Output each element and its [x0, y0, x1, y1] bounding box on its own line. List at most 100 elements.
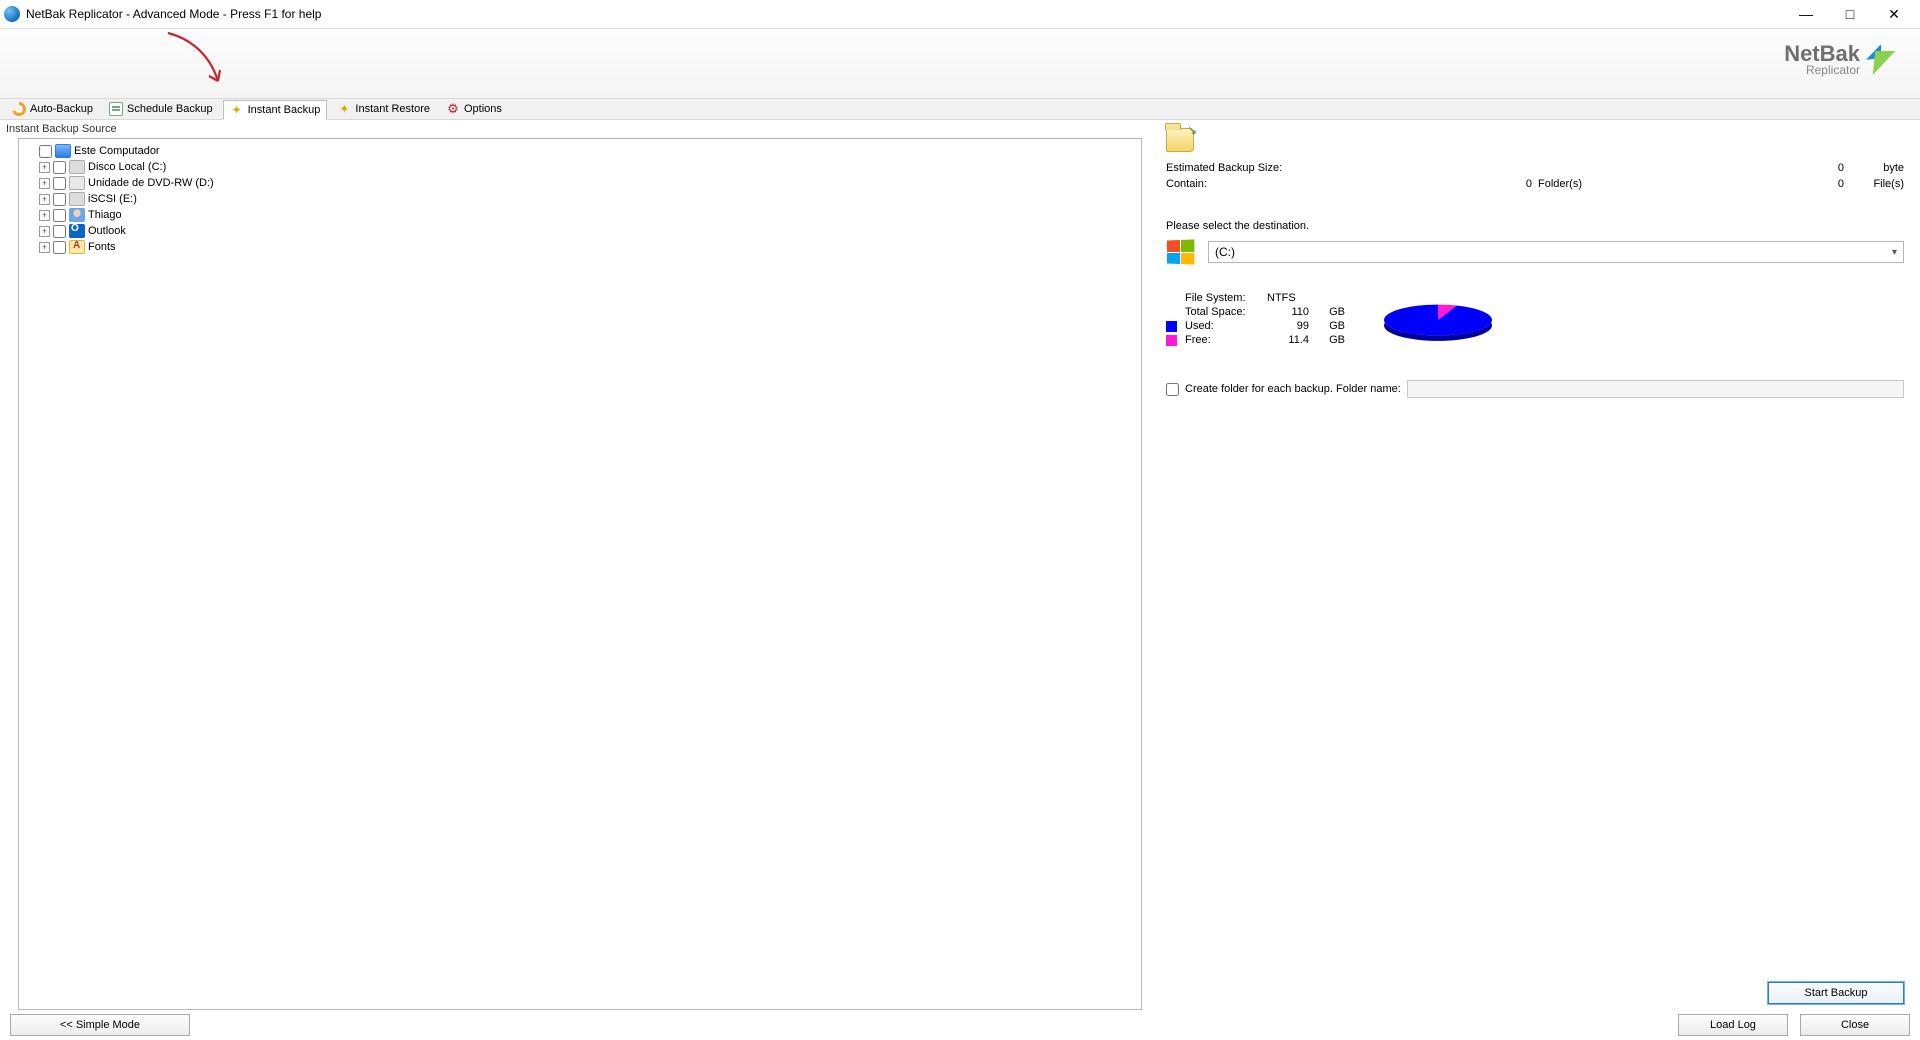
tree-item-iscsi[interactable]: + iSCSI (E:)	[39, 191, 1137, 207]
drive-icon	[69, 192, 85, 206]
free-value: 11.4	[1267, 334, 1309, 346]
used-label: Used:	[1185, 320, 1267, 332]
tree-checkbox[interactable]	[53, 193, 66, 206]
source-panel: Instant Backup Source Este Computador + …	[0, 120, 1142, 1010]
tree-checkbox[interactable]	[53, 241, 66, 254]
destination-prompt: Please select the destination.	[1166, 220, 1904, 232]
free-unit: GB	[1317, 334, 1345, 346]
tab-label: Instant Restore	[355, 103, 430, 115]
tree-checkbox[interactable]	[53, 177, 66, 190]
button-label: Load Log	[1710, 1019, 1756, 1031]
expander-icon[interactable]: +	[39, 242, 50, 253]
tab-label: Instant Backup	[248, 104, 321, 116]
folder-icon	[1166, 128, 1194, 152]
tab-instant-backup[interactable]: ✦ Instant Backup	[223, 100, 328, 120]
tab-label: Options	[464, 103, 502, 115]
simple-mode-button[interactable]: << Simple Mode	[10, 1014, 190, 1036]
close-window-button[interactable]: ✕	[1872, 0, 1916, 28]
expander-icon[interactable]: +	[39, 194, 50, 205]
estimated-size-value: 0	[1818, 162, 1844, 174]
refresh-icon	[12, 102, 26, 116]
button-label: Start Backup	[1805, 987, 1868, 999]
tab-schedule-backup[interactable]: Schedule Backup	[103, 99, 219, 119]
files-value: 0	[1818, 178, 1844, 190]
used-swatch-icon	[1166, 321, 1177, 332]
filesystem-label: File System:	[1185, 292, 1267, 304]
flash-icon: ✦	[230, 103, 244, 117]
brand-logo: NetBak Replicator	[1768, 41, 1896, 77]
maximize-button[interactable]: □	[1828, 0, 1872, 28]
tree-label: Unidade de DVD-RW (D:)	[88, 177, 214, 189]
tree-checkbox[interactable]	[53, 225, 66, 238]
filesystem-value: NTFS	[1267, 292, 1327, 304]
pie-chart-icon	[1384, 305, 1492, 336]
tab-options[interactable]: ⚙ Options	[440, 99, 508, 119]
used-value: 99	[1267, 320, 1309, 332]
computer-icon	[55, 144, 71, 158]
tree-checkbox[interactable]	[53, 161, 66, 174]
expander-icon[interactable]: +	[39, 226, 50, 237]
destination-selected-value: (C:)	[1215, 245, 1235, 259]
minimize-button[interactable]: —	[1784, 0, 1828, 28]
footer: << Simple Mode Load Log Close	[0, 1010, 1920, 1040]
tab-auto-backup[interactable]: Auto-Backup	[6, 99, 99, 119]
files-unit: File(s)	[1856, 178, 1904, 190]
free-swatch-icon	[1166, 335, 1177, 346]
expander-icon[interactable]: +	[39, 210, 50, 221]
total-space-label: Total Space:	[1185, 306, 1267, 318]
tree-root[interactable]: Este Computador	[25, 143, 1137, 159]
tree-item-disk-c[interactable]: + Disco Local (C:)	[39, 159, 1137, 175]
expander-icon[interactable]: +	[39, 162, 50, 173]
tree-label: Thiago	[88, 209, 122, 221]
chevron-down-icon: ▾	[1892, 247, 1897, 258]
tree-label: Disco Local (C:)	[88, 161, 166, 173]
button-label: Close	[1841, 1019, 1869, 1031]
summary-panel: Estimated Backup Size: 0 byte Contain: 0…	[1142, 120, 1920, 1010]
start-backup-button[interactable]: Start Backup	[1768, 982, 1904, 1004]
estimated-size-label: Estimated Backup Size:	[1166, 162, 1286, 174]
tab-instant-restore[interactable]: ✦ Instant Restore	[331, 99, 436, 119]
used-unit: GB	[1317, 320, 1345, 332]
destination-select[interactable]: (C:) ▾	[1208, 241, 1904, 263]
brand-shape-icon	[1866, 41, 1896, 77]
tree-item-outlook[interactable]: + Outlook	[39, 223, 1137, 239]
restore-icon: ✦	[337, 102, 351, 116]
tree-item-fonts[interactable]: + Fonts	[39, 239, 1137, 255]
close-button[interactable]: Close	[1800, 1014, 1910, 1036]
tree-label: iSCSI (E:)	[88, 193, 137, 205]
outlook-icon	[69, 224, 85, 238]
tree-label: Outlook	[88, 225, 126, 237]
total-space-unit: GB	[1317, 306, 1345, 318]
tree-checkbox[interactable]	[53, 209, 66, 222]
app-icon	[4, 6, 20, 22]
source-tree[interactable]: Este Computador + Disco Local (C:) + Uni…	[18, 138, 1142, 1010]
disk-usage-pie	[1373, 292, 1503, 348]
total-space-value: 110	[1267, 306, 1309, 318]
folder-name-input[interactable]	[1407, 380, 1904, 398]
expander-icon	[25, 146, 36, 157]
content-area: Instant Backup Source Este Computador + …	[0, 120, 1920, 1010]
disk-info-table: File System: NTFS Total Space: 110 GB Us…	[1166, 292, 1345, 348]
tree-item-user[interactable]: + Thiago	[39, 207, 1137, 223]
gear-icon: ⚙	[446, 102, 460, 116]
tab-label: Auto-Backup	[30, 103, 93, 115]
source-panel-label: Instant Backup Source	[0, 120, 1142, 138]
estimated-size-unit: byte	[1856, 162, 1904, 174]
create-folder-checkbox[interactable]	[1166, 383, 1179, 396]
tab-label: Schedule Backup	[127, 103, 213, 115]
folders-unit: Folder(s)	[1538, 178, 1598, 190]
load-log-button[interactable]: Load Log	[1678, 1014, 1788, 1036]
optical-drive-icon	[69, 176, 85, 190]
expander-icon[interactable]: +	[39, 178, 50, 189]
tabbar: Auto-Backup Schedule Backup ✦ Instant Ba…	[0, 98, 1920, 120]
folders-value: 0	[1506, 178, 1532, 190]
button-label: << Simple Mode	[60, 1019, 140, 1031]
tree-item-dvd[interactable]: + Unidade de DVD-RW (D:)	[39, 175, 1137, 191]
user-icon	[69, 208, 85, 222]
schedule-icon	[109, 102, 123, 116]
tree-checkbox[interactable]	[39, 145, 52, 158]
contain-label: Contain:	[1166, 178, 1286, 190]
brand-text-2: Replicator	[1768, 63, 1860, 77]
window-title: NetBak Replicator - Advanced Mode - Pres…	[26, 7, 321, 21]
tree-label: Este Computador	[74, 145, 160, 157]
